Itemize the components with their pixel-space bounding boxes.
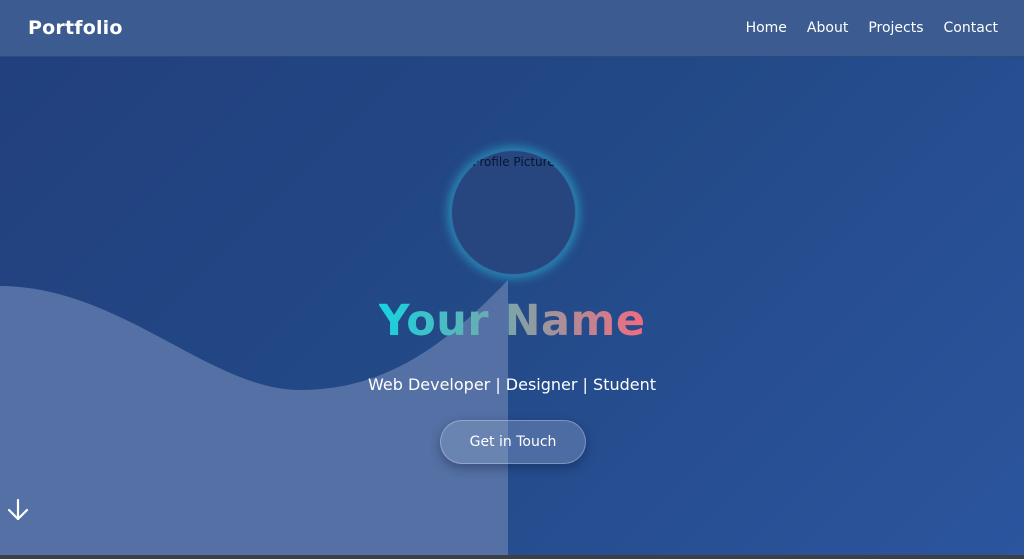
- portfolio-page: Portfolio Home About Projects Contact Pr…: [0, 0, 1024, 559]
- hero-wave-shape: [0, 280, 508, 555]
- hero-name-text: Your Name: [378, 296, 646, 346]
- brand-logo[interactable]: Portfolio: [28, 17, 123, 39]
- get-in-touch-button[interactable]: Get in Touch: [440, 420, 586, 464]
- hero-tagline: Web Developer | Designer | Student: [367, 375, 657, 394]
- nav-link-contact[interactable]: Contact: [944, 20, 998, 36]
- nav-links: Home About Projects Contact: [746, 20, 998, 36]
- nav-link-home[interactable]: Home: [746, 20, 787, 36]
- profile-picture: Profile Picture: [451, 150, 576, 275]
- hero-name: Your Name: [0, 296, 1024, 346]
- arrow-down-icon[interactable]: [6, 497, 30, 523]
- nav-link-about[interactable]: About: [807, 20, 848, 36]
- nav-link-projects[interactable]: Projects: [868, 20, 923, 36]
- navbar: Portfolio Home About Projects Contact: [0, 0, 1024, 57]
- profile-picture-alt-text: Profile Picture: [472, 155, 555, 169]
- window-bottom-edge: [0, 555, 1024, 559]
